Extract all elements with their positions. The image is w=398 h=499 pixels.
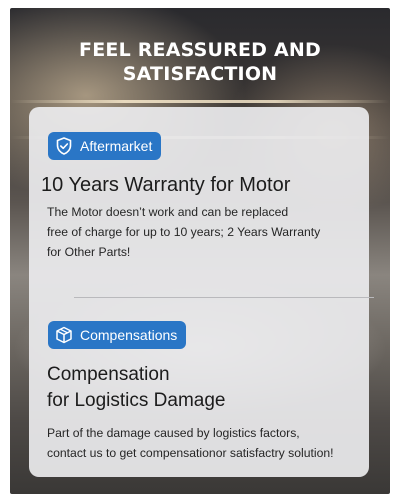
section-divider (74, 297, 374, 298)
compensations-badge: Compensations (48, 321, 187, 349)
headline-line-2: SATISFACTION (122, 63, 278, 85)
warranty-description: The Motor doesn’t work and can be replac… (47, 202, 320, 262)
compensation-description: Part of the damage caused by logistics f… (47, 423, 334, 463)
aftermarket-badge: Aftermarket (48, 132, 162, 160)
headline-line-1: FEEL REASSURED AND (79, 39, 321, 61)
aftermarket-badge-label: Aftermarket (80, 138, 153, 154)
warranty-description-line: The Motor doesn’t work and can be replac… (47, 205, 289, 219)
warranty-description-line: for Other Parts! (47, 245, 131, 259)
ceiling-light-strip (10, 100, 390, 103)
shield-check-icon (54, 136, 74, 156)
info-card: Aftermarket 10 Years Warranty for Motor … (29, 107, 374, 477)
warranty-description-line: free of charge for up to 10 years; 2 Yea… (47, 225, 321, 239)
compensation-description-line: Part of the damage caused by logistics f… (47, 426, 300, 440)
package-box-icon (54, 325, 74, 345)
warranty-title: 10 Years Warranty for Motor (41, 174, 291, 196)
compensation-title-line: Compensation (47, 364, 170, 385)
compensation-title: Compensation for Logistics Damage (47, 363, 225, 413)
compensations-badge-label: Compensations (80, 327, 178, 343)
compensation-title-line: for Logistics Damage (47, 390, 226, 411)
compensation-description-line: contact us to get compensationor satisfa… (47, 446, 334, 460)
hero-image-frame: FEEL REASSURED AND SATISFACTION Aftermar… (10, 8, 390, 494)
page-headline: FEEL REASSURED AND SATISFACTION (10, 38, 390, 86)
